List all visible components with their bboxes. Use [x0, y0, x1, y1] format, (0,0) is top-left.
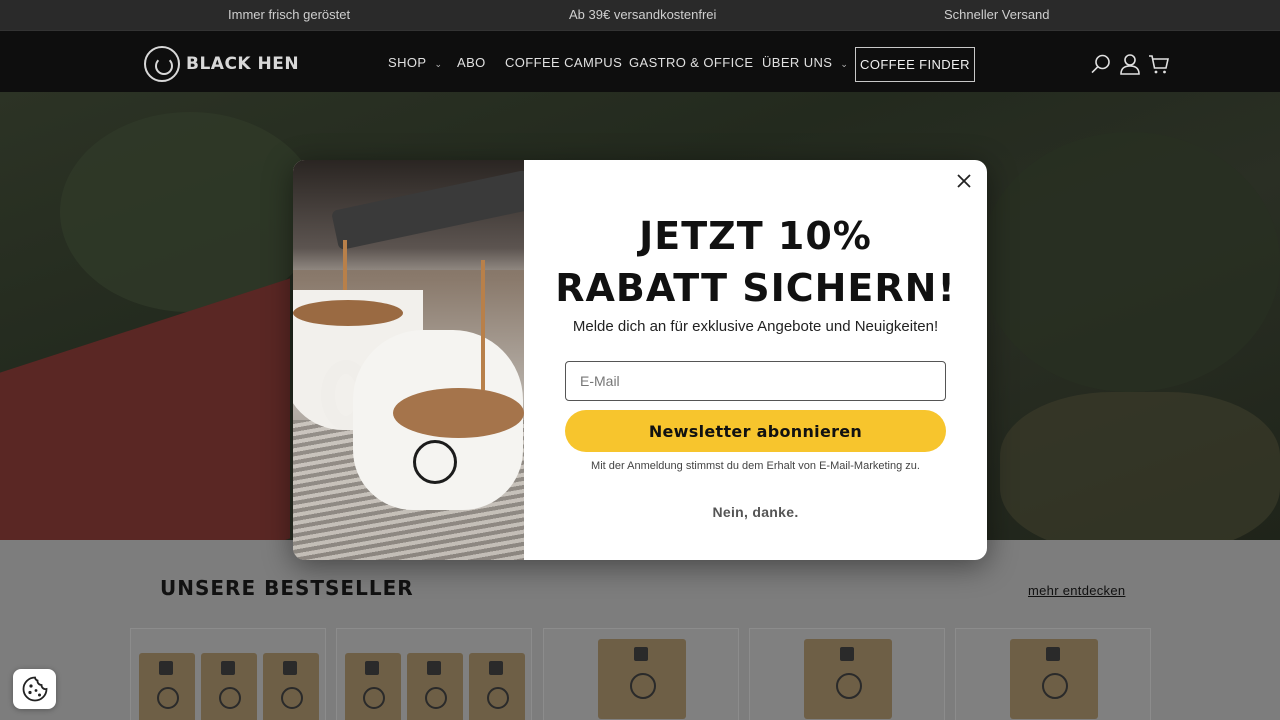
- espresso-image: [293, 160, 524, 560]
- cookie-settings-button[interactable]: [13, 669, 56, 709]
- decline-button[interactable]: Nein, danke.: [524, 504, 987, 520]
- cookie-icon: [22, 676, 47, 702]
- popup-headline: JETZT 10% RABATT SICHERN!: [524, 210, 987, 314]
- subscribe-button[interactable]: Newsletter abonnieren: [565, 410, 946, 452]
- close-icon[interactable]: [953, 170, 975, 192]
- newsletter-popup: JETZT 10% RABATT SICHERN! Melde dich an …: [293, 160, 987, 560]
- popup-subline: Melde dich an für exklusive Angebote und…: [572, 318, 939, 335]
- headline-line: RABATT SICHERN!: [555, 266, 956, 310]
- headline-line: JETZT 10%: [639, 214, 872, 258]
- consent-text: Mit der Anmeldung stimmst du dem Erhalt …: [591, 460, 920, 472]
- hen-logo-icon: [413, 440, 457, 484]
- email-field[interactable]: [565, 361, 946, 401]
